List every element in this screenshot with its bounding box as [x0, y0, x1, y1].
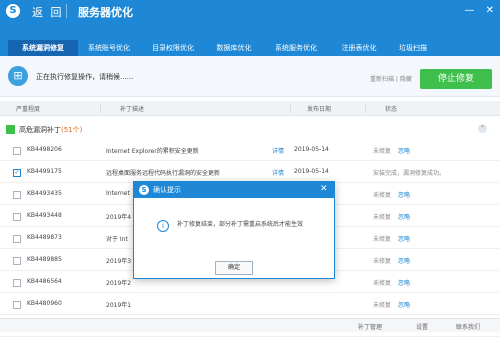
group-checkbox[interactable]	[6, 125, 15, 134]
dialog-title: 确认提示	[153, 186, 181, 194]
dialog-message: 补丁修复结束，部分补丁需重启系统后才能生效	[177, 221, 304, 228]
row-checkbox[interactable]	[13, 279, 21, 287]
settings-link[interactable]: 设置	[416, 322, 428, 331]
window-controls: — ✕	[456, 5, 494, 16]
header-status: 状态	[385, 106, 398, 113]
tab-database[interactable]: 数据库优化	[206, 40, 262, 56]
table-row: KB4480960 2019年1 未修复 忽略	[0, 295, 500, 315]
patch-description: 2019年2	[106, 280, 132, 287]
title-separator	[66, 4, 67, 18]
footer-bar: 补丁管理 设置 联系我们	[0, 318, 500, 332]
dialog-close-button[interactable]: ✕	[320, 184, 328, 194]
header-severity: 严重程度	[16, 106, 41, 113]
ignore-link[interactable]: 忽略	[398, 190, 410, 199]
detail-link[interactable]: 详情	[272, 168, 284, 177]
patch-id: KB4499175	[27, 168, 62, 175]
patch-id: KB4486564	[27, 278, 62, 285]
row-checkbox[interactable]	[13, 257, 21, 265]
ignore-link[interactable]: 忽略	[398, 256, 410, 265]
patch-id: KB4480960	[27, 300, 62, 307]
app-logo-icon: S	[6, 4, 20, 18]
tab-garbage[interactable]: 垃圾扫描	[388, 40, 438, 56]
patch-id: KB4493435	[27, 190, 62, 197]
patch-state: 未修复	[373, 214, 392, 221]
ignore-link[interactable]: 忽略	[398, 146, 410, 155]
minimize-button[interactable]: —	[464, 5, 474, 16]
detail-link[interactable]: 详情	[272, 146, 284, 155]
tab-directory[interactable]: 目录权限优化	[140, 40, 206, 56]
info-icon: i	[157, 220, 169, 232]
header-date: 发布日期	[307, 106, 332, 113]
column-divider	[365, 103, 366, 113]
ignore-link[interactable]: 忽略	[398, 234, 410, 243]
rescan-link[interactable]: 重新扫描 | 隐藏	[370, 74, 412, 83]
title-bar: S 返 回 服务器优化 — ✕	[0, 0, 500, 22]
patch-description: Internet	[106, 190, 130, 197]
group-header[interactable]: 高危漏洞补丁(51个) ⌃	[0, 122, 500, 136]
patch-description: 远程桌面服务远程代码执行漏洞的安全更新	[106, 170, 221, 177]
release-date: 2019-05-14	[294, 146, 329, 153]
app-title: 服务器优化	[78, 6, 133, 19]
patch-description: Internet Explorer的累积安全更新	[106, 148, 199, 155]
row-checkbox[interactable]	[13, 301, 21, 309]
patch-state: 未修复	[373, 148, 392, 155]
dialog-logo-icon: S	[139, 185, 149, 195]
collapse-icon[interactable]: ⌃	[478, 124, 487, 133]
close-button[interactable]: ✕	[486, 5, 494, 16]
confirm-dialog: S 确认提示 ✕ i 补丁修复结束，部分补丁需重启系统后才能生效 确定	[133, 181, 335, 279]
release-date: 2019-05-14	[294, 168, 329, 175]
patch-state: 未修复	[373, 192, 392, 199]
patch-description: 对于 Int	[106, 236, 128, 243]
row-checkbox[interactable]: ✓	[13, 169, 21, 177]
back-button[interactable]: 返 回	[32, 4, 64, 20]
row-checkbox[interactable]	[13, 213, 21, 221]
patch-id: KB4489885	[27, 256, 62, 263]
patch-state: 未修复	[373, 302, 392, 309]
rescan-label[interactable]: 重新扫描	[370, 76, 394, 83]
patch-id: KB4498206	[27, 146, 62, 153]
ignore-link[interactable]: 忽略	[398, 278, 410, 287]
patch-state: 安装完成，漏洞修复成功。	[373, 170, 446, 177]
tab-vuln-fix[interactable]: 系统漏洞修复	[8, 40, 78, 56]
ignore-link[interactable]: 忽略	[398, 212, 410, 221]
patch-description: 2019年3	[106, 258, 132, 265]
table-header: 严重程度 补丁描述 发布日期 状态	[0, 101, 500, 116]
column-divider	[100, 103, 101, 113]
patch-state: 未修复	[373, 258, 392, 265]
header-band	[0, 22, 500, 40]
tab-bar: 系统漏洞修复 系统账号优化 目录权限优化 数据库优化 系统服务优化 注册表优化 …	[0, 40, 500, 56]
tab-account[interactable]: 系统账号优化	[78, 40, 140, 56]
column-divider	[290, 103, 291, 113]
ok-button[interactable]: 确定	[215, 261, 253, 275]
patch-description: 2019年4	[106, 214, 132, 221]
row-checkbox[interactable]	[13, 191, 21, 199]
patch-description: 2019年1	[106, 302, 132, 309]
row-checkbox[interactable]	[13, 147, 21, 155]
tab-services[interactable]: 系统服务优化	[262, 40, 330, 56]
status-text: 正在执行修复操作，请稍候......	[36, 73, 134, 81]
patch-state: 未修复	[373, 236, 392, 243]
tab-registry[interactable]: 注册表优化	[330, 40, 388, 56]
stop-repair-button[interactable]: 停止修复	[420, 69, 492, 89]
dialog-title-bar: S 确认提示 ✕	[134, 182, 334, 198]
windows-icon: ⊞	[8, 66, 28, 86]
patch-manage-link[interactable]: 补丁管理	[358, 322, 382, 331]
patch-state: 未修复	[373, 280, 392, 287]
row-checkbox[interactable]	[13, 235, 21, 243]
contact-link[interactable]: 联系我们	[456, 322, 480, 331]
patch-id: KB4493448	[27, 212, 62, 219]
table-row: KB4498206 Internet Explorer的累积安全更新 详情 2019-…	[0, 141, 500, 161]
hide-label[interactable]: 隐藏	[400, 76, 412, 83]
header-description: 补丁描述	[120, 106, 145, 113]
ignore-link[interactable]: 忽略	[398, 300, 410, 309]
group-label: 高危漏洞补丁(51个)	[19, 126, 83, 134]
patch-id: KB4489873	[27, 234, 62, 241]
table-row: ✓ KB4499175 远程桌面服务远程代码执行漏洞的安全更新 详情 2019-05-1…	[0, 163, 500, 183]
